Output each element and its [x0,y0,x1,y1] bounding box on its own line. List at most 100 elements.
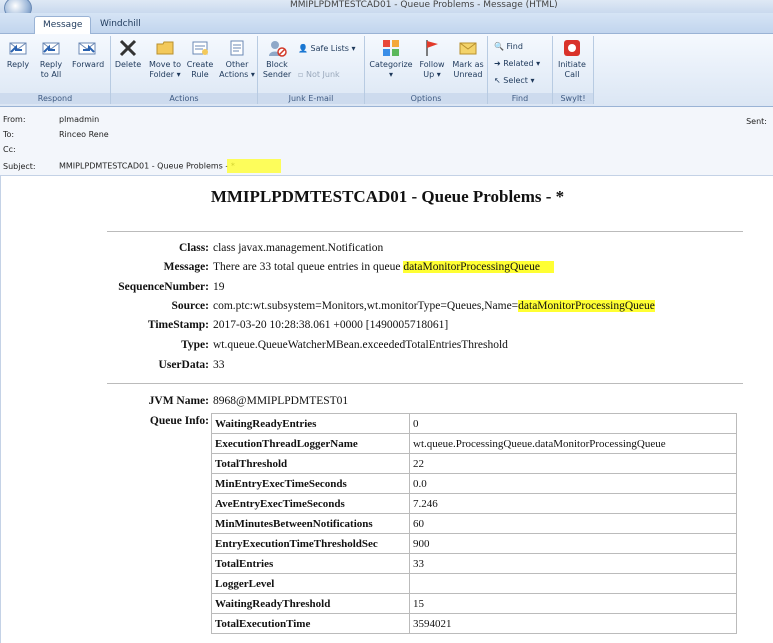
queue-property-value: 15 [409,593,737,614]
table-row: WaitingReadyEntries 0 [211,413,737,434]
subject-label: Subject: [3,161,36,171]
userdata-value: 33 [213,359,225,371]
queue-property-name: LoggerLevel [211,573,410,594]
queue-property-name: WaitingReadyEntries [211,413,410,434]
block-sender-icon [269,41,287,57]
jvm-value: 8968@MMIPLPDMTEST01 [213,395,349,407]
queue-property-name: MinEntryExecTimeSeconds [211,473,410,494]
folder-icon [156,41,174,55]
group-swyit: Initiate Call SwyIt! [553,36,594,104]
group-label-options: Options [365,93,487,104]
envelope-icon [459,42,477,55]
rule-icon [192,41,208,55]
subject-value: MMIPLPDMTESTCAD01 - Queue Problems - * [59,161,235,171]
other-actions-icon [230,40,244,56]
follow-up-button[interactable]: Follow Up ▾ [417,38,447,80]
queue-property-value: 0 [409,413,737,434]
divider [107,231,743,232]
divider [107,383,743,384]
queue-property-name: ExecutionThreadLoggerName [211,433,410,454]
queue-property-name: WaitingReadyThreshold [211,593,410,614]
class-label: Class: [178,242,209,254]
message-value: There are 33 total queue entries in queu… [213,261,555,273]
source-label: Source: [171,300,209,312]
select-button[interactable]: ↖ Select ▾ [494,76,535,85]
move-to-folder-button[interactable]: Move to Folder ▾ [147,38,183,80]
table-row: TotalThreshold 22 [211,453,737,474]
message-title: MMIPLPDMTESTCAD01 - Queue Problems - * [210,187,565,206]
table-row: AveEntryExecTimeSeconds 7.246 [211,493,737,514]
queue-property-name: AveEntryExecTimeSeconds [211,493,410,514]
subject-highlight [226,159,281,173]
block-sender-button[interactable]: Block Sender [262,38,292,80]
queue-property-name: TotalEntries [211,553,410,574]
find-button[interactable]: 🔍 Find [494,42,523,51]
not-junk-button[interactable]: ▫ Not Junk [298,70,340,79]
from-row: From: plmadmin [3,115,99,124]
table-row: TotalEntries 33 [211,553,737,574]
reply-all-button[interactable]: Reply to All [36,38,66,80]
window-title: MMIPLPDMTESTCAD01 - Queue Problems - Mes… [290,0,558,10]
reply-button[interactable]: Reply [3,38,33,70]
timestamp-label: TimeStamp: [147,319,209,331]
queue-property-name: TotalThreshold [211,453,410,474]
cc-row: Cc: [3,145,59,154]
binoculars-icon: 🔍 [494,42,507,51]
mark-as-unread-button[interactable]: Mark as Unread [451,38,485,80]
categorize-button[interactable]: Categorize ▾ [369,38,413,80]
group-actions: Delete Move to Folder ▾ Create Rule Other A… [111,36,258,104]
queue-property-name: TotalExecutionTime [211,613,410,634]
sent-label: Sent: [746,117,767,126]
other-actions-button[interactable]: Other Actions ▾ [219,38,255,80]
group-label-swyit: SwyIt! [553,93,593,104]
timestamp-value: 2017-03-20 10:28:38.061 +0000 [149000571… [213,319,449,331]
tab-windchill[interactable]: Windchill [92,16,149,33]
flag-icon [426,40,438,56]
from-value[interactable]: plmadmin [59,115,99,124]
ribbon-tabs: Message Windchill [0,13,773,34]
ribbon: Reply Reply to All Forward Respond Delete… [0,34,773,107]
to-label: To: [3,130,15,139]
reply-all-icon [42,42,60,55]
related-button[interactable]: ➜ Related ▾ [494,59,540,68]
message-label: Message: [163,261,209,273]
tab-message[interactable]: Message [34,16,92,34]
group-respond: Reply Reply to All Forward Respond [0,36,111,104]
queue-property-name: MinMinutesBetweenNotifications [211,513,410,534]
subject-row: Subject: MMIPLPDMTESTCAD01 - Queue Proble… [3,159,281,173]
message-body: MMIPLPDMTESTCAD01 - Queue Problems - * C… [0,176,773,643]
group-label-respond: Respond [0,93,110,104]
table-row: EntryExecutionTimeThresholdSec 900 [211,533,737,554]
message-queue-highlight: dataMonitorProcessingQueue [403,261,555,273]
create-rule-button[interactable]: Create Rule [185,38,215,80]
source-value: com.ptc:wt.subsystem=Monitors,wt.monitor… [213,300,655,312]
queue-property-value [409,573,737,594]
table-row: LoggerLevel [211,573,737,594]
queue-property-value: wt.queue.ProcessingQueue.dataMonitorProc… [409,433,737,454]
forward-button[interactable]: Forward [72,38,104,70]
queue-info-label: Queue Info: [149,415,209,427]
group-find: 🔍 Find ➜ Related ▾ ↖ Select ▾ Find [488,36,553,104]
class-value: class javax.management.Notification [213,242,384,254]
queue-property-value: 3594021 [409,613,737,634]
forward-icon [78,42,96,55]
to-value[interactable]: Rinceo Rene [59,130,109,139]
queue-property-value: 33 [409,553,737,574]
group-label-junk: Junk E-mail [258,93,364,104]
group-label-find: Find [488,93,552,104]
cc-label: Cc: [3,145,16,154]
table-row: ExecutionThreadLoggerName wt.queue.Proces… [211,433,737,454]
select-icon: ↖ [494,76,504,85]
delete-button[interactable]: Delete [113,38,143,70]
categorize-icon [383,40,399,56]
source-queue-highlight: dataMonitorProcessingQueue [518,300,655,312]
delete-x-icon [119,39,137,57]
safe-lists-button[interactable]: 👤 Safe Lists ▾ [298,44,356,53]
table-row: WaitingReadyThreshold 15 [211,593,737,614]
message-header: From: plmadmin To: Rinceo Rene Cc: Subject… [0,107,773,176]
queue-property-value: 0.0 [409,473,737,494]
queue-property-value: 7.246 [409,493,737,514]
group-label-actions: Actions [111,93,257,104]
initiate-call-button[interactable]: Initiate Call [557,38,587,80]
group-junk-email: Block Sender 👤 Safe Lists ▾ ▫ Not Junk Ju… [258,36,365,104]
